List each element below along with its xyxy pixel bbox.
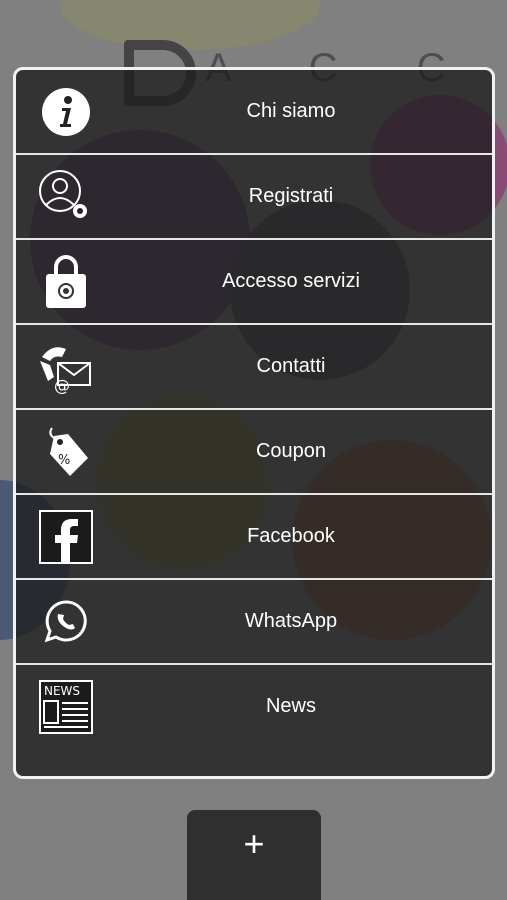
menu-item-label: Accesso servizi [222,270,360,292]
menu-item-news[interactable]: NEWS News [16,665,492,748]
menu-item-chi-siamo[interactable]: Chi siamo [16,70,492,155]
menu-item-accesso-servizi[interactable]: Accesso servizi [16,240,492,325]
menu-item-label: WhatsApp [244,610,338,632]
menu-item-whatsapp[interactable]: WhatsApp [16,580,492,665]
menu-item-label: Contatti [256,355,326,377]
plus-icon: + [243,823,265,864]
menu-item-label: Registrati [248,185,334,207]
menu-item-label: Chi siamo [246,100,336,122]
menu-item-coupon[interactable]: % Coupon [16,410,492,495]
menu-item-label: Facebook [247,525,335,547]
menu-item-registrati[interactable]: Registrati [16,155,492,240]
menu-item-facebook[interactable]: Facebook [16,495,492,580]
menu-item-label: News [265,695,316,717]
menu-item-label: Coupon [255,440,327,462]
add-button[interactable]: + [187,810,321,900]
menu-item-contatti[interactable]: @ Contatti [16,325,492,410]
side-menu-panel: Chi siamo Registrati Accesso servizi @ C [13,67,495,779]
